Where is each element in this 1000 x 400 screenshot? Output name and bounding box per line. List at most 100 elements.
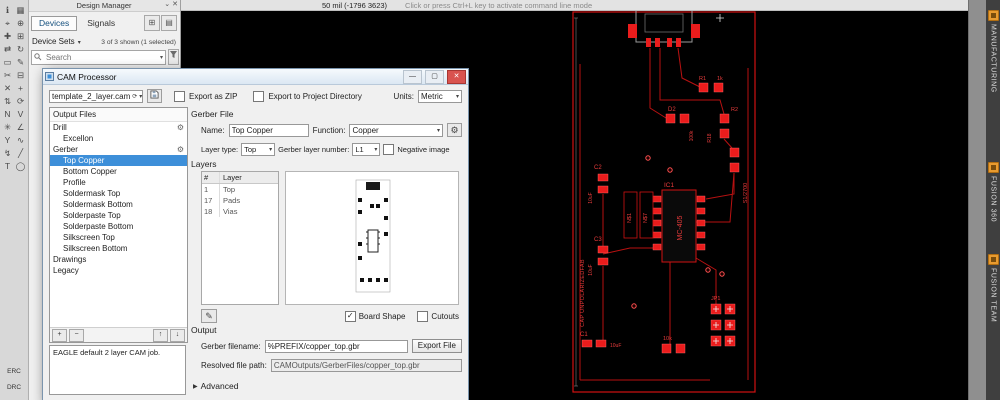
info-icon[interactable]: ℹ [1, 4, 14, 17]
table-row[interactable]: 17 Pads [202, 195, 278, 206]
cam-preset-combo[interactable]: template_2_layer.cam ⟳ ▾ [49, 89, 143, 103]
miter-icon[interactable]: ∠ [14, 121, 27, 134]
move-up-button[interactable]: ↑ [153, 328, 168, 342]
layers-header: Layers [191, 159, 217, 169]
cut-icon[interactable]: ✂ [1, 69, 14, 82]
search-input[interactable] [44, 51, 158, 63]
col-number: # [202, 172, 220, 183]
table-row[interactable]: 18 Vias [202, 206, 278, 217]
tree-item-bottom-copper[interactable]: Bottom Copper [50, 166, 187, 177]
value-icon[interactable]: V [14, 108, 27, 121]
tree-item-silkscreen-bottom[interactable]: Silkscreen Bottom [50, 243, 187, 254]
minimize-button[interactable]: — [403, 69, 422, 84]
dialog-titlebar[interactable]: CAM Processor — ▢ ✕ [43, 69, 468, 85]
tree-item-legacy[interactable]: Legacy [50, 265, 187, 276]
tree-item-silkscreen-top[interactable]: Silkscreen Top [50, 232, 187, 243]
export-file-button[interactable]: Export File [411, 339, 462, 353]
tree-item-top-copper[interactable]: Top Copper [50, 155, 187, 166]
device-sets-label[interactable]: Device Sets [32, 37, 75, 46]
function-combo[interactable]: Copper ▾ [349, 123, 443, 137]
chevron-down-icon[interactable]: ▾ [78, 39, 81, 46]
function-label: Function: [312, 125, 346, 135]
mirror-icon[interactable]: ⇄ [1, 43, 14, 56]
mark-icon[interactable]: ⊕ [14, 17, 27, 30]
circle-icon[interactable]: ◯ [14, 160, 27, 173]
delete-icon[interactable]: ✕ [1, 82, 14, 95]
edit-layers-button[interactable]: ✎ [201, 309, 217, 323]
route-icon[interactable]: ∿ [14, 134, 27, 147]
move-icon[interactable]: ✚ [1, 30, 14, 43]
maximize-button[interactable]: ▢ [425, 69, 444, 84]
search-box[interactable]: ▾ [31, 49, 167, 65]
tree-item-drawings[interactable]: Drawings [50, 254, 187, 265]
table-row[interactable]: 1 Top [202, 184, 278, 195]
grid-view-icon[interactable]: ⊞ [144, 15, 160, 31]
layer-type-value: Top [244, 145, 257, 154]
list-view-icon[interactable]: ▤ [161, 15, 177, 31]
units-combo[interactable]: Metric ▾ [418, 89, 462, 103]
move-down-button[interactable]: ↓ [170, 328, 185, 342]
fusion-360-icon [987, 162, 999, 173]
paste-icon[interactable]: ⊟ [14, 69, 27, 82]
filter-icon[interactable] [168, 49, 180, 65]
tab-fusion-team[interactable]: FUSION TEAM [986, 252, 1000, 322]
group-icon[interactable]: ▭ [1, 56, 14, 69]
ripup-icon[interactable]: ↯ [1, 147, 14, 160]
function-settings-button[interactable]: ⚙ [447, 123, 462, 137]
gerber-file-header: Gerber File [191, 109, 234, 119]
tree-item-soldermask-top[interactable]: Soldermask Top [50, 188, 187, 199]
save-job-button[interactable] [147, 89, 162, 103]
pin-panel-icon[interactable]: ⌄ [164, 0, 170, 8]
tree-item-drill[interactable]: Drill ⚙ [50, 122, 187, 133]
tree-item-profile[interactable]: Profile [50, 177, 187, 188]
advanced-expander[interactable]: ▶ Advanced [193, 381, 238, 391]
change-icon[interactable]: ✎ [14, 56, 27, 69]
replace-icon[interactable]: ⟳ [14, 95, 27, 108]
tree-item-label: Solderpaste Top [63, 211, 121, 220]
show-icon[interactable]: ⌖ [1, 17, 14, 30]
tab-signals[interactable]: Signals [79, 16, 123, 31]
layer-name: Vias [223, 207, 238, 216]
smash-icon[interactable]: ✳ [1, 121, 14, 134]
negative-image-checkbox[interactable] [383, 144, 395, 155]
tree-item-solderpaste-bottom[interactable]: Solderpaste Bottom [50, 221, 187, 232]
wire-icon[interactable]: ╱ [14, 147, 27, 160]
tree-item-gerber[interactable]: Gerber ⚙ [50, 144, 187, 155]
drc-button[interactable]: DRC [0, 384, 28, 391]
units-label: Units: [393, 91, 414, 101]
close-button[interactable]: ✕ [447, 69, 466, 84]
chevron-down-icon[interactable]: ▾ [160, 54, 163, 61]
pcb-label: R1 [699, 76, 706, 82]
tab-manufacturing[interactable]: MANUFACTURING [986, 8, 1000, 93]
layer-settings-icon[interactable]: ▦ [14, 4, 27, 17]
layer-type-combo[interactable]: Top ▾ [241, 143, 276, 156]
layers-table[interactable]: # Layer 1 Top 17 Pads 18 Vias [201, 171, 279, 305]
tree-item-excellon[interactable]: Excellon [50, 133, 187, 144]
tab-devices[interactable]: Devices [31, 15, 78, 31]
command-line-hint[interactable]: Click or press Ctrl+L key to activate co… [405, 1, 592, 10]
gear-icon[interactable]: ⚙ [177, 122, 184, 133]
split-icon[interactable]: Y [1, 134, 14, 147]
pinswap-icon[interactable]: ⇅ [1, 95, 14, 108]
text-icon[interactable]: T [1, 160, 14, 173]
refresh-icon[interactable]: ⟳ [132, 93, 137, 100]
cutouts-checkbox[interactable] [417, 311, 429, 322]
name-input[interactable] [228, 123, 309, 137]
add-part-icon[interactable]: + [14, 82, 27, 95]
gear-icon[interactable]: ⚙ [177, 144, 184, 155]
gerber-layer-combo[interactable]: L1 ▾ [352, 143, 381, 156]
tree-item-solderpaste-top[interactable]: Solderpaste Top [50, 210, 187, 221]
export-zip-checkbox[interactable] [174, 90, 185, 102]
export-project-checkbox[interactable] [253, 90, 265, 102]
gerber-filename-input[interactable] [264, 339, 408, 353]
rotate-icon[interactable]: ↻ [14, 43, 27, 56]
tree-item-soldermask-bottom[interactable]: Soldermask Bottom [50, 199, 187, 210]
tab-fusion-360[interactable]: FUSION 360 [986, 160, 1000, 222]
remove-output-button[interactable]: − [69, 328, 84, 342]
copy-icon[interactable]: ⊞ [14, 30, 27, 43]
close-panel-icon[interactable]: ✕ [172, 0, 178, 8]
board-shape-checkbox[interactable] [344, 311, 356, 322]
name-icon[interactable]: N [1, 108, 14, 121]
erc-button[interactable]: ERC [0, 368, 28, 375]
add-output-button[interactable]: + [52, 328, 67, 342]
